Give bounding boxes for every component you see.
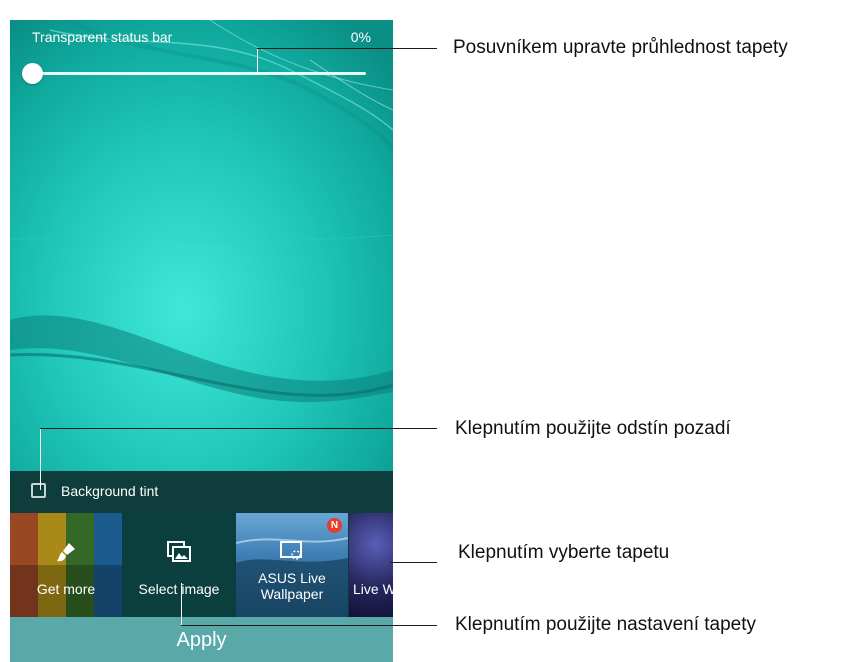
transparency-slider-thumb[interactable] [22,63,43,84]
status-bar-label: Transparent status bar [32,29,173,45]
callout-4-line [181,625,437,626]
color-swatches [10,513,122,617]
new-badge: N [327,518,342,533]
paintbrush-icon [57,543,75,562]
background-tint-label: Background tint [61,483,159,499]
wallpaper-tiles: Get more Select image N ASUS Live Wallpa… [10,513,393,617]
tile-asus-live-wallpaper[interactable]: N ASUS Live Wallpaper [236,513,348,617]
tile-select-image[interactable]: Select image [123,513,235,617]
callout-wallpaper-text: Klepnutím vyberte tapetu [458,542,670,563]
gallery-icon [167,541,191,562]
live-wallpaper-icon [280,541,302,560]
callout-1-pointer [257,48,258,73]
callout-apply-text: Klepnutím použijte nastavení tapety [455,614,757,635]
transparency-slider-track[interactable] [32,72,366,75]
tile-asus-label-line2: Wallpaper [260,586,324,602]
tile-live-label: Live W [353,581,393,597]
callout-4-pointer [181,583,182,625]
callout-slider-text: Posuvníkem upravte průhlednost tapety [453,37,788,58]
background-tint-bar[interactable]: Background tint [10,471,393,513]
callout-tint-text: Klepnutím použijte odstín pozadí [455,418,731,439]
callout-1-line [257,48,437,49]
apply-button[interactable]: Apply [10,617,393,662]
status-bar-percent: 0% [350,29,371,45]
wallpaper-preview: Transparent status bar 0% Background tin… [10,20,393,662]
tile-get-more-label: Get more [36,581,96,597]
callout-2-pointer [40,428,41,490]
tile-select-image-label: Select image [138,581,220,597]
callout-3-line [390,562,437,563]
tile-live-wallpaper[interactable]: Live W [349,513,393,617]
background-tint-checkbox[interactable] [31,483,46,498]
callout-2-line [40,428,437,429]
apply-button-label: Apply [176,629,227,651]
tile-get-more[interactable]: Get more [10,513,122,617]
tile-asus-label-line1: ASUS Live [258,570,326,586]
